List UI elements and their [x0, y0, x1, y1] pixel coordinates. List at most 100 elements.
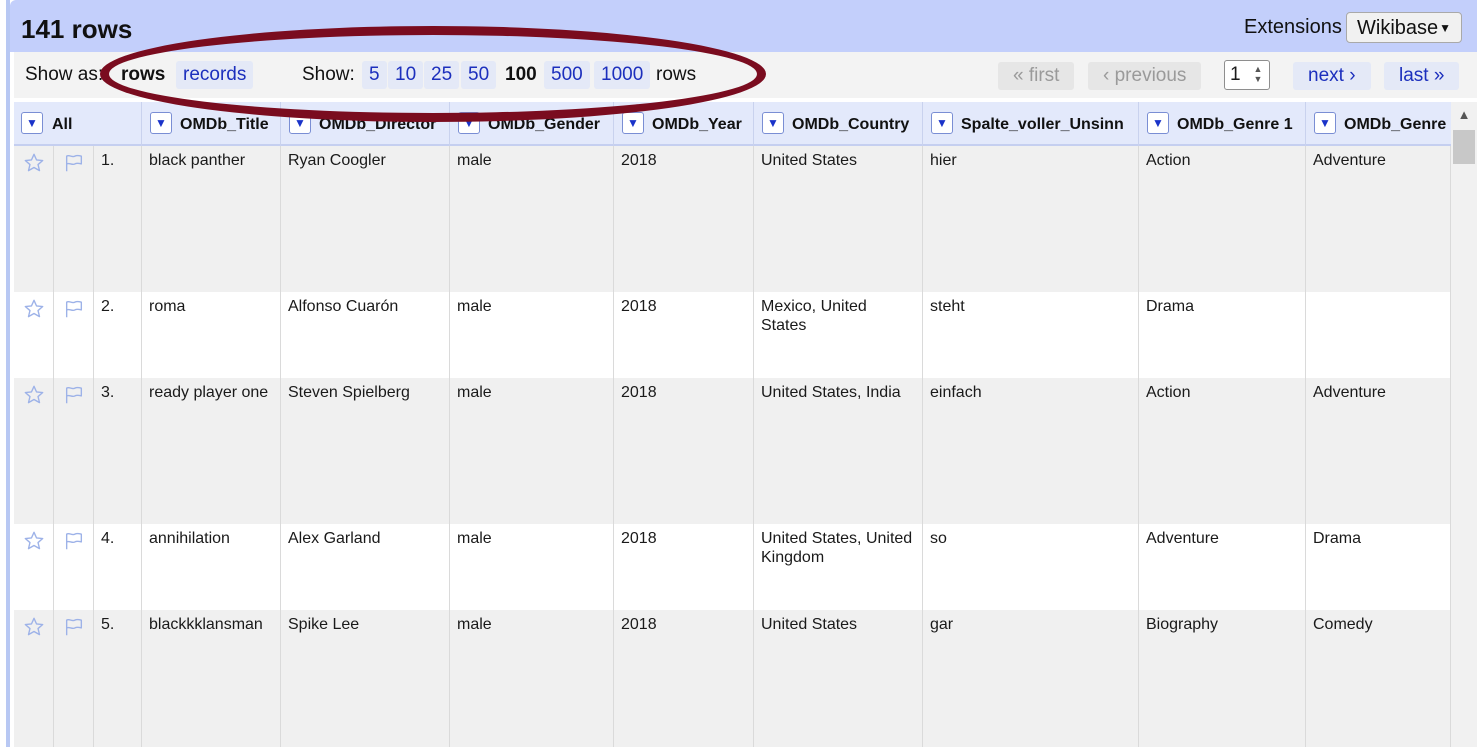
- table-cell[interactable]: Adventure: [1306, 378, 1451, 524]
- flag-icon[interactable]: [63, 298, 85, 325]
- table-cell[interactable]: Alex Garland: [281, 524, 450, 610]
- table-cell[interactable]: hier: [923, 146, 1139, 292]
- annotation-ellipse: [100, 26, 766, 122]
- table-cell[interactable]: 2018: [614, 610, 754, 747]
- column-header-genre-2[interactable]: ▼ OMDb_Genre 2: [1306, 102, 1451, 146]
- table-cell[interactable]: United States, United Kingdom: [754, 524, 923, 610]
- table-cell[interactable]: Drama: [1306, 524, 1451, 610]
- table-row: 5. blackkklansman Spike Lee male 2018 United …: [14, 610, 1451, 747]
- page-number-input[interactable]: 1 ▲ ▼: [1224, 60, 1270, 90]
- table-cell[interactable]: 2018: [614, 292, 754, 378]
- table-cell[interactable]: Alfonso Cuarón: [281, 292, 450, 378]
- table-row: 4. annihilation Alex Garland male 2018 United…: [14, 524, 1451, 610]
- star-icon[interactable]: [23, 530, 45, 557]
- table-cell[interactable]: 2018: [614, 146, 754, 292]
- table-row: 2. roma Alfonso Cuarón male 2018 Mexico, Unit…: [14, 292, 1451, 378]
- star-icon[interactable]: [23, 384, 45, 411]
- table-cell[interactable]: Spike Lee: [281, 610, 450, 747]
- column-label: Spalte_voller_Unsinn: [961, 116, 1124, 133]
- table-row: 1. black panther Ryan Coogler male 2018 Unite…: [14, 146, 1451, 292]
- flag-cell: [54, 610, 94, 747]
- table-cell[interactable]: einfach: [923, 378, 1139, 524]
- flag-cell: [54, 524, 94, 610]
- left-edge-accent: [6, 0, 10, 747]
- dropdown-arrow-icon[interactable]: ▼: [622, 112, 644, 134]
- scroll-up-icon[interactable]: ▲: [1451, 102, 1477, 128]
- column-label: OMDb_Title: [180, 116, 269, 133]
- vertical-scrollbar[interactable]: ▲: [1451, 102, 1477, 747]
- table-cell[interactable]: [1306, 292, 1451, 378]
- table-cell[interactable]: Adventure: [1306, 146, 1451, 292]
- dropdown-arrow-icon[interactable]: ▼: [931, 112, 953, 134]
- table-cell[interactable]: male: [450, 524, 614, 610]
- column-header-genre-1[interactable]: ▼ OMDb_Genre 1: [1139, 102, 1306, 146]
- row-count: 141 rows: [21, 14, 133, 44]
- column-header-all[interactable]: ▼ All: [14, 102, 142, 146]
- flag-icon[interactable]: [63, 152, 85, 179]
- table-cell[interactable]: so: [923, 524, 1139, 610]
- star-cell: [14, 292, 54, 378]
- flag-icon[interactable]: [63, 616, 85, 643]
- previous-page-button[interactable]: ‹ previous: [1088, 62, 1202, 90]
- table-cell[interactable]: 2018: [614, 524, 754, 610]
- row-number: 3.: [94, 378, 142, 524]
- dropdown-arrow-icon[interactable]: ▼: [762, 112, 784, 134]
- table-cell[interactable]: male: [450, 292, 614, 378]
- stepper-icon[interactable]: ▲ ▼: [1251, 64, 1265, 86]
- table-cell[interactable]: blackkklansman: [142, 610, 281, 747]
- table-cell[interactable]: gar: [923, 610, 1139, 747]
- data-table: ▼ All ▼ OMDb_Title ▼ OMDb_Director ▼ OMD…: [14, 102, 1451, 747]
- column-header-spalte[interactable]: ▼ Spalte_voller_Unsinn: [923, 102, 1139, 146]
- table-cell[interactable]: Ryan Coogler: [281, 146, 450, 292]
- table-cell[interactable]: Action: [1139, 146, 1306, 292]
- row-number: 1.: [94, 146, 142, 292]
- dropdown-arrow-icon[interactable]: ▼: [1147, 112, 1169, 134]
- table-cell[interactable]: United States: [754, 146, 923, 292]
- show-as-label: Show as:: [25, 64, 104, 85]
- table-cell[interactable]: United States, India: [754, 378, 923, 524]
- table-cell[interactable]: Drama: [1139, 292, 1306, 378]
- table-cell[interactable]: steht: [923, 292, 1139, 378]
- row-number: 4.: [94, 524, 142, 610]
- table-cell[interactable]: male: [450, 378, 614, 524]
- flag-cell: [54, 292, 94, 378]
- caret-down-icon: ▼: [1439, 21, 1451, 35]
- star-icon[interactable]: [23, 298, 45, 325]
- table-cell[interactable]: roma: [142, 292, 281, 378]
- table-cell[interactable]: United States: [754, 610, 923, 747]
- table-cell[interactable]: male: [450, 610, 614, 747]
- table-row: 3. ready player one Steven Spielberg male 2…: [14, 378, 1451, 524]
- flag-cell: [54, 146, 94, 292]
- next-page-button[interactable]: next ›: [1293, 62, 1371, 90]
- dropdown-arrow-icon[interactable]: ▼: [1314, 112, 1336, 134]
- star-icon[interactable]: [23, 152, 45, 179]
- table-cell[interactable]: annihilation: [142, 524, 281, 610]
- star-cell: [14, 524, 54, 610]
- row-number: 5.: [94, 610, 142, 747]
- table-cell[interactable]: ready player one: [142, 378, 281, 524]
- table-cell[interactable]: Comedy: [1306, 610, 1451, 747]
- dropdown-arrow-icon[interactable]: ▼: [150, 112, 172, 134]
- column-label: OMDb_Country: [792, 116, 910, 133]
- table-cell[interactable]: male: [450, 146, 614, 292]
- flag-icon[interactable]: [63, 384, 85, 411]
- star-cell: [14, 610, 54, 747]
- table-cell[interactable]: 2018: [614, 378, 754, 524]
- table-cell[interactable]: Mexico, United States: [754, 292, 923, 378]
- table-cell[interactable]: Steven Spielberg: [281, 378, 450, 524]
- star-cell: [14, 146, 54, 292]
- wikibase-menu-button[interactable]: Wikibase ▼: [1346, 12, 1462, 43]
- column-header-country[interactable]: ▼ OMDb_Country: [754, 102, 923, 146]
- first-page-button[interactable]: « first: [998, 62, 1075, 90]
- scroll-thumb[interactable]: [1453, 130, 1475, 164]
- table-cell[interactable]: Adventure: [1139, 524, 1306, 610]
- dropdown-arrow-icon[interactable]: ▼: [21, 112, 43, 134]
- star-icon[interactable]: [23, 616, 45, 643]
- last-page-button[interactable]: last »: [1384, 62, 1460, 90]
- table-cell[interactable]: Action: [1139, 378, 1306, 524]
- flag-icon[interactable]: [63, 530, 85, 557]
- column-label: OMDb_Year: [652, 116, 742, 133]
- table-cell[interactable]: black panther: [142, 146, 281, 292]
- table-cell[interactable]: Biography: [1139, 610, 1306, 747]
- wikibase-label: Wikibase: [1357, 17, 1439, 39]
